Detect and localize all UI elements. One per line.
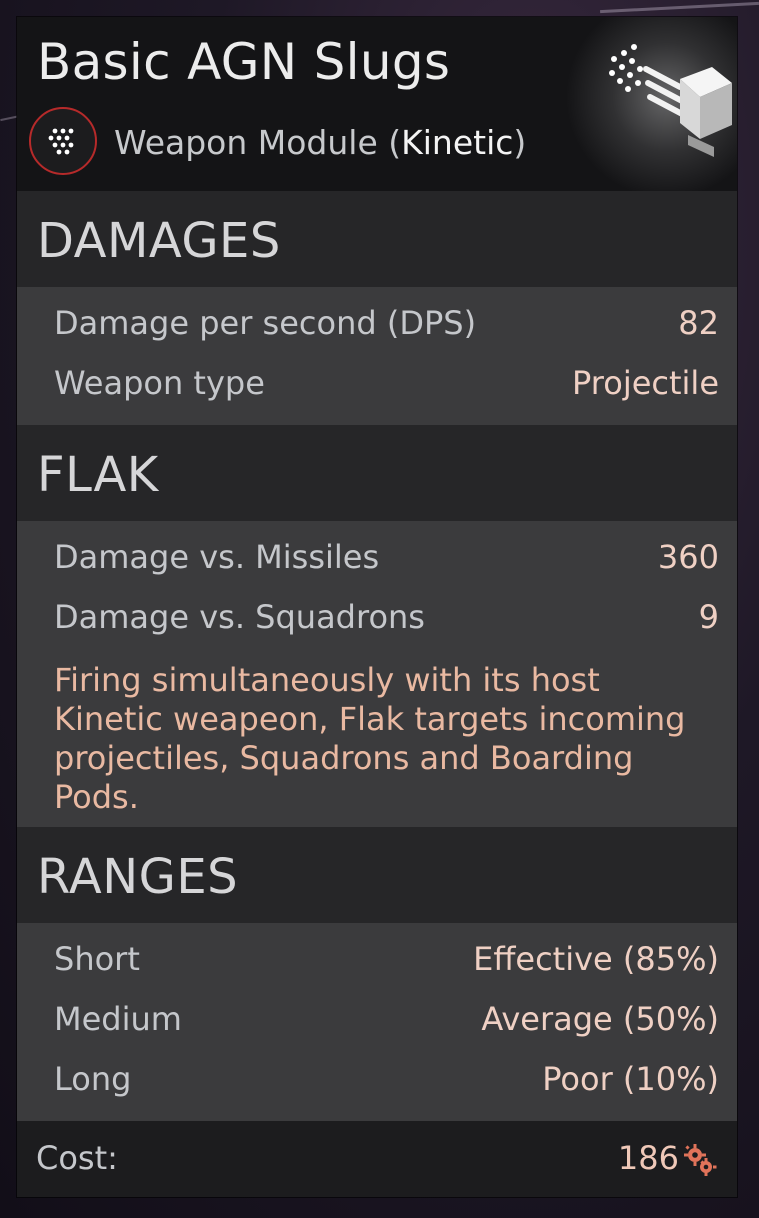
cost-footer: Cost: 186 <box>17 1121 737 1197</box>
cost-value: 186 <box>617 1139 679 1177</box>
ranges-section-header: RANGES <box>17 827 737 923</box>
stat-row-damage-vs-squadrons: Damage vs. Squadrons 9 <box>54 598 719 642</box>
section-heading: RANGES <box>37 849 239 905</box>
stat-label: Damage per second (DPS) <box>54 304 477 342</box>
range-row-medium: Medium Average (50%) <box>54 1000 719 1044</box>
module-type-subtitle: Weapon Module (Kinetic) <box>114 123 526 162</box>
stat-label: Weapon type <box>54 364 265 402</box>
subtitle-damage-class: Kinetic <box>401 123 514 162</box>
cost-label: Cost: <box>36 1139 118 1177</box>
stat-value: 360 <box>657 538 719 576</box>
tooltip-header: Basic AGN Slugs Weapon Module (Kinetic) <box>17 17 737 191</box>
module-tooltip-panel: Basic AGN Slugs Weapon Module (Kinetic) <box>17 17 737 1197</box>
module-title: Basic AGN Slugs <box>37 33 451 91</box>
stat-value: 82 <box>678 304 719 342</box>
flak-module-icon <box>609 44 732 157</box>
stat-row-damage-vs-missiles: Damage vs. Missiles 360 <box>54 538 719 582</box>
section-heading: FLAK <box>37 447 159 503</box>
stat-value: 9 <box>698 598 719 636</box>
description-line: Kinetic weapeon, Flak targets incoming <box>54 700 686 738</box>
subtitle-suffix: ) <box>513 123 527 162</box>
description-line: Pods. <box>54 778 139 816</box>
range-label: Medium <box>54 1000 182 1038</box>
stat-row-weapon-type: Weapon type Projectile <box>54 364 719 408</box>
flak-description: Firing simultaneously with its host Kine… <box>54 661 734 817</box>
stat-label: Damage vs. Missiles <box>54 538 380 576</box>
range-value: Average (50%) <box>481 1000 719 1038</box>
range-row-short: Short Effective (85%) <box>54 940 719 984</box>
damages-section-header: DAMAGES <box>17 191 737 287</box>
flak-section-header: FLAK <box>17 425 737 521</box>
range-value: Poor (10%) <box>542 1060 719 1098</box>
range-value: Effective (85%) <box>473 940 719 978</box>
dot-grid-icon <box>29 107 97 175</box>
range-label: Long <box>54 1060 132 1098</box>
range-row-long: Long Poor (10%) <box>54 1060 719 1104</box>
ranges-section-body: Short Effective (85%) Medium Average (50… <box>17 923 737 1121</box>
stat-label: Damage vs. Squadrons <box>54 598 425 636</box>
stat-row-dps: Damage per second (DPS) 82 <box>54 304 719 348</box>
stat-value: Projectile <box>572 364 719 402</box>
section-heading: DAMAGES <box>37 213 281 269</box>
subtitle-prefix: Weapon Module ( <box>114 123 402 162</box>
range-label: Short <box>54 940 140 978</box>
damages-section-body: Damage per second (DPS) 82 Weapon type P… <box>17 287 737 425</box>
flak-section-body: Damage vs. Missiles 360 Damage vs. Squad… <box>17 521 737 827</box>
background-streak <box>600 1 759 14</box>
description-line: projectiles, Squadrons and Boarding <box>54 739 634 777</box>
description-line: Firing simultaneously with its host <box>54 661 600 699</box>
gears-icon <box>684 1144 717 1176</box>
